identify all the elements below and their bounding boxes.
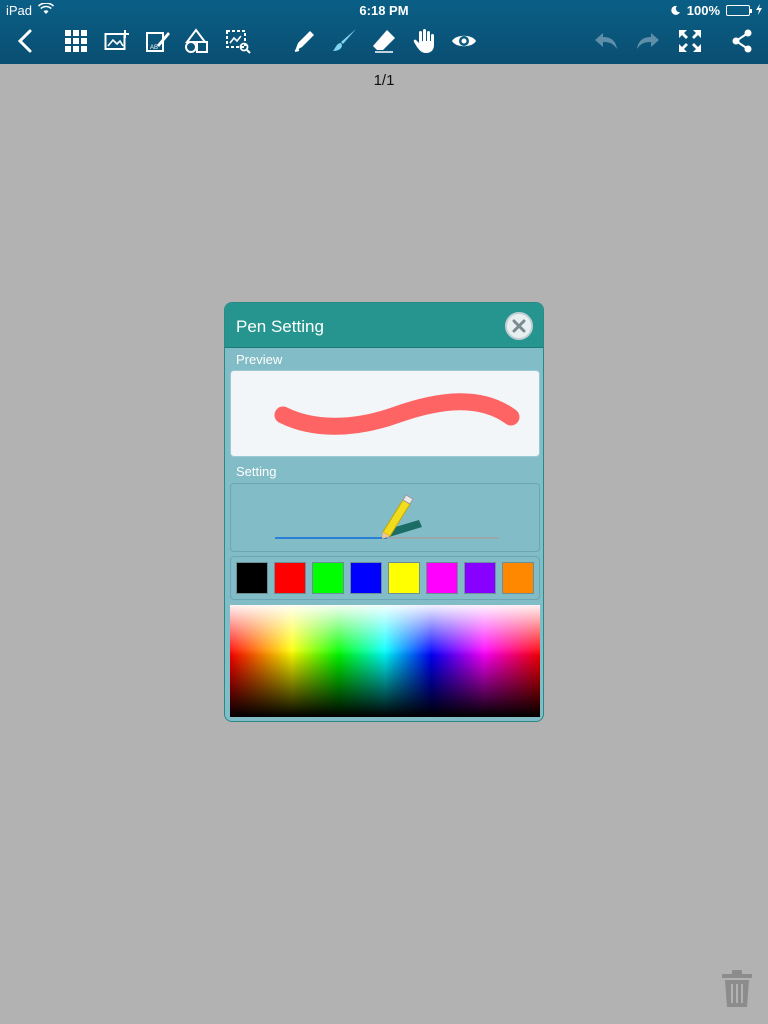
fullscreen-icon[interactable] [676, 26, 704, 56]
back-icon[interactable] [12, 26, 40, 56]
color-swatch[interactable] [502, 562, 534, 594]
page-indicator: 1/1 [373, 72, 395, 89]
charging-icon [756, 3, 762, 18]
redo-icon[interactable] [634, 26, 662, 56]
close-button[interactable] [505, 312, 533, 340]
trash-icon[interactable] [720, 970, 754, 1008]
preview-stroke [274, 393, 520, 435]
select-region-icon[interactable] [224, 26, 252, 56]
battery-percent: 100% [686, 3, 720, 18]
pen-icon[interactable] [290, 26, 318, 56]
color-swatch[interactable] [464, 562, 496, 594]
dialog-header: Pen Setting [225, 303, 543, 348]
color-swatch[interactable] [236, 562, 268, 594]
edit-text-icon[interactable]: AB [144, 26, 172, 56]
share-icon[interactable] [728, 26, 756, 56]
color-swatch[interactable] [312, 562, 344, 594]
top-toolbar: iPad 6:18 PM 100% AB [0, 0, 768, 64]
pen-size-setting [230, 483, 540, 552]
color-swatches [230, 556, 540, 600]
color-swatch[interactable] [274, 562, 306, 594]
preview-label: Preview [236, 352, 283, 367]
eraser-icon[interactable] [370, 26, 398, 56]
pencil-icon [382, 494, 422, 539]
pencil-slider-thumb[interactable] [375, 492, 435, 542]
color-swatch[interactable] [350, 562, 382, 594]
stroke-preview [230, 370, 540, 457]
status-bar: iPad 6:18 PM 100% [0, 0, 768, 20]
hand-icon[interactable] [410, 26, 438, 56]
slider-track-filled [275, 537, 387, 539]
grid-icon[interactable] [62, 26, 90, 56]
pen-setting-dialog: Pen Setting Preview Setting [224, 302, 544, 722]
brush-icon[interactable] [330, 26, 358, 56]
status-time: 6:18 PM [359, 3, 409, 18]
eye-icon[interactable] [450, 26, 478, 56]
dialog-title: Pen Setting [236, 317, 324, 336]
close-icon [512, 319, 526, 333]
setting-label: Setting [236, 464, 277, 479]
color-swatch[interactable] [388, 562, 420, 594]
color-swatch[interactable] [426, 562, 458, 594]
battery-icon [726, 5, 752, 16]
add-image-icon[interactable] [103, 26, 131, 56]
undo-icon[interactable] [592, 26, 620, 56]
shapes-icon[interactable] [182, 26, 210, 56]
spectrum-black-overlay [230, 605, 540, 717]
color-spectrum-picker[interactable] [230, 605, 540, 717]
moon-icon [671, 3, 681, 18]
svg-text:AB: AB [150, 45, 158, 51]
